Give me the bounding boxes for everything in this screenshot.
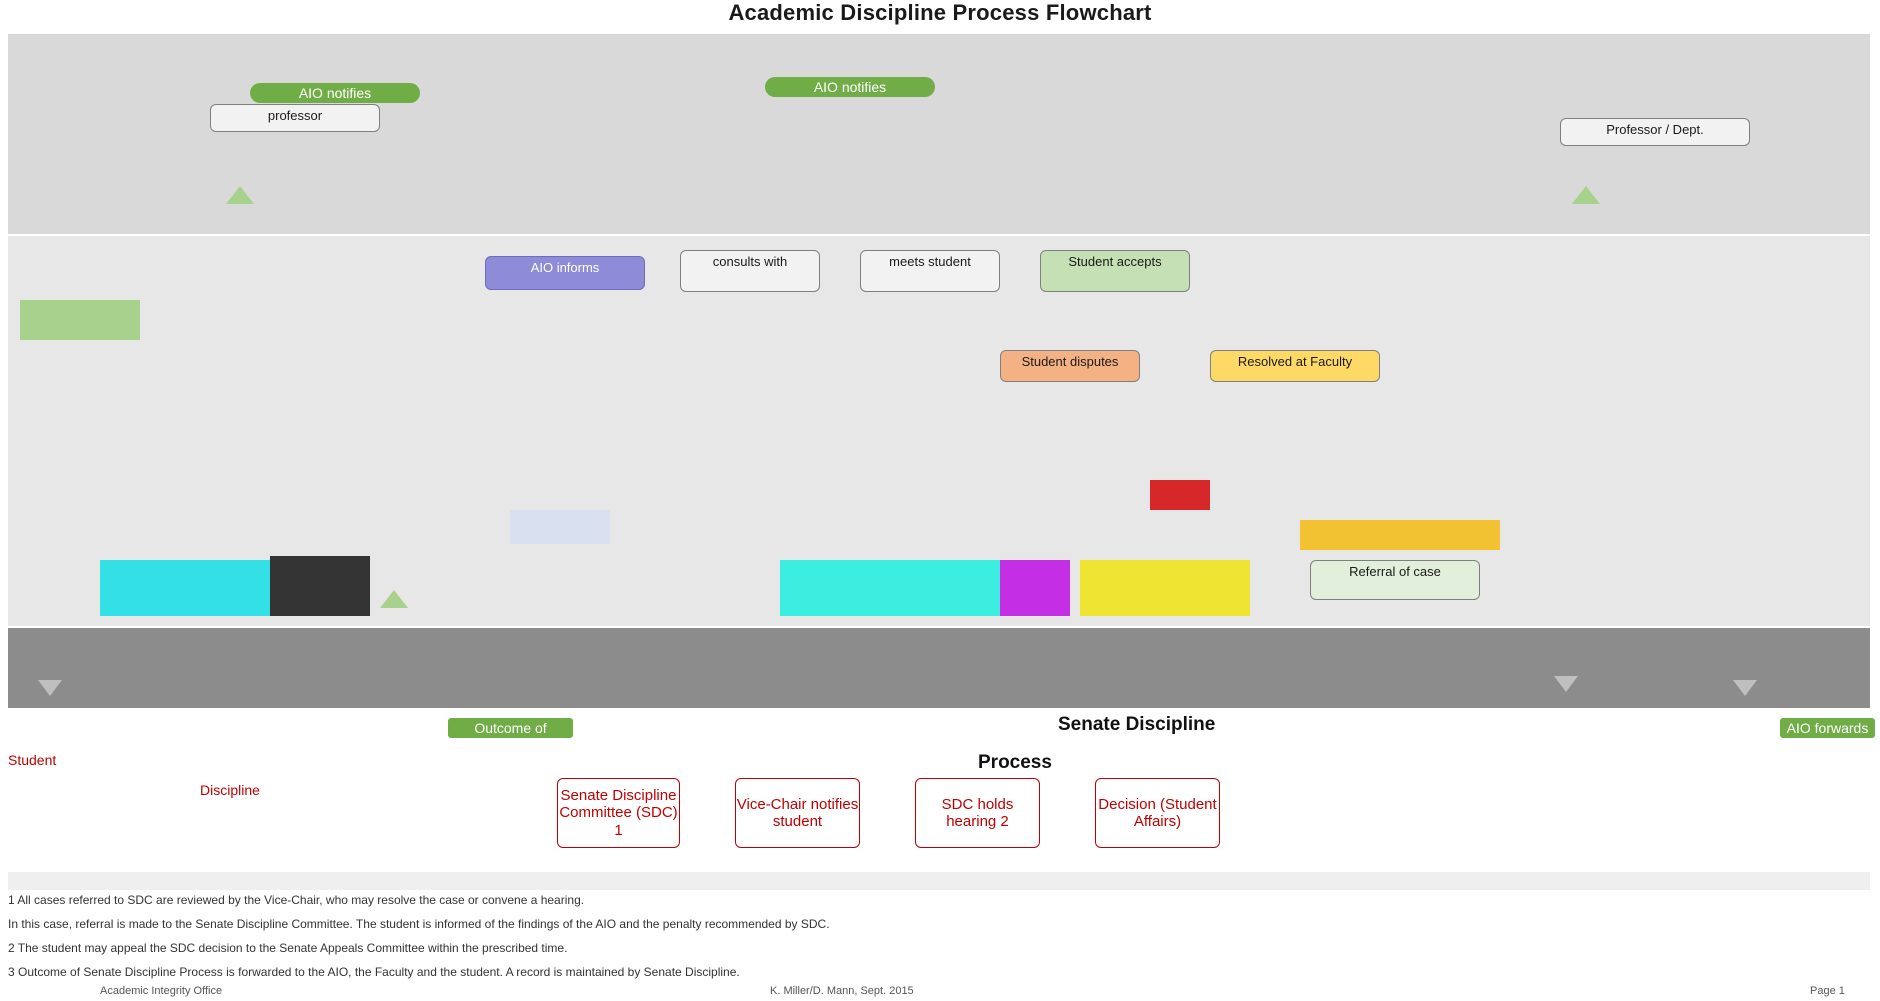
connector-band: [8, 628, 1870, 708]
student-label: Student: [8, 752, 57, 768]
professor-box-left: professor: [210, 104, 380, 132]
meets-student-box: meets student: [860, 250, 1000, 292]
sdc-step-box: Senate Discipline Committee (SDC) 1: [557, 778, 680, 848]
color-block: [1150, 480, 1210, 510]
student-disputes-box: Student disputes: [1000, 350, 1140, 382]
vice-chair-step-box: Vice-Chair notifies student: [735, 778, 860, 848]
professor-box-right: Professor / Dept.: [1560, 118, 1750, 146]
aio-notifies-mid-pill: AIO notifies: [765, 77, 935, 97]
color-block: [1300, 520, 1500, 550]
color-block: [270, 556, 370, 616]
color-block: [20, 300, 140, 340]
resolved-faculty-box: Resolved at Faculty: [1210, 350, 1380, 382]
hearing-step-box: SDC holds hearing 2: [915, 778, 1040, 848]
outcome-label: Outcome of: [448, 718, 573, 738]
up-arrow-left-icon: [226, 186, 254, 204]
discipline-label: Discipline: [200, 782, 260, 798]
color-block: [1000, 560, 1070, 616]
footnote-3: 2 The student may appeal the SDC decisio…: [8, 941, 568, 955]
up-arrow-right-icon: [1572, 186, 1600, 204]
footnote-2: In this case, referral is made to the Se…: [8, 917, 830, 931]
down-arrow-right-icon: [1733, 680, 1757, 696]
referral-box: Referral of case: [1310, 560, 1480, 600]
senate-subheading: Process: [978, 752, 1052, 773]
color-block: [510, 510, 610, 544]
aio-forwards-label: AIO forwards: [1780, 718, 1875, 738]
down-arrow-left-icon: [38, 680, 62, 696]
footnote-divider: [8, 872, 1870, 890]
consults-with-box: consults with: [680, 250, 820, 292]
senate-heading: Senate Discipline: [1058, 714, 1216, 735]
aio-informs-box: AIO informs: [485, 256, 645, 290]
footnote-1: 1 All cases referred to SDC are reviewed…: [8, 893, 585, 907]
decision-step-box: Decision (Student Affairs): [1095, 778, 1220, 848]
footnote-4: 3 Outcome of Senate Discipline Process i…: [8, 965, 740, 979]
color-block: [100, 560, 270, 616]
up-arrow-mid-icon: [380, 590, 408, 608]
footer-center: K. Miller/D. Mann, Sept. 2015: [770, 985, 914, 997]
footer-left: Academic Integrity Office: [100, 985, 223, 997]
page-title: Academic Discipline Process Flowchart: [728, 0, 1152, 25]
aio-notifies-left-pill: AIO notifies: [250, 83, 420, 103]
student-accepts-box: Student accepts: [1040, 250, 1190, 292]
down-arrow-mid-icon: [1554, 676, 1578, 692]
color-block: [1080, 560, 1250, 616]
footer-right: Page 1: [1810, 985, 1845, 997]
